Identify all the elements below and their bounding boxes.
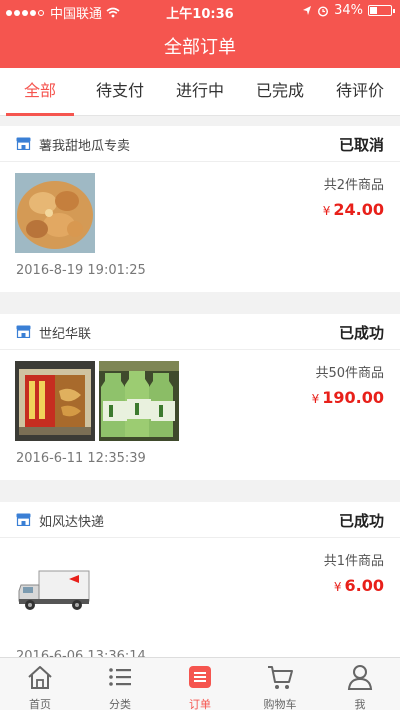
order-price: ¥24.00: [323, 200, 384, 219]
nav-label: 订单: [189, 698, 211, 710]
shop-name[interactable]: 世纪华联: [39, 323, 91, 342]
tab-in-progress[interactable]: 进行中: [160, 68, 240, 115]
item-count: 共2件商品: [323, 178, 384, 193]
product-image-noodles[interactable]: [15, 361, 95, 441]
product-image-sweet-potato[interactable]: [15, 173, 95, 253]
nav-home[interactable]: 首页: [0, 658, 80, 710]
shop-name[interactable]: 如风达快递: [39, 511, 104, 530]
status-bar: 中国联通 上午10:36 34%: [0, 0, 400, 22]
tab-completed[interactable]: 已完成: [240, 68, 320, 115]
price-value: 24.00: [333, 200, 384, 219]
nav-label: 首页: [29, 698, 51, 710]
order-card-header: 薯我甜地瓜专卖 已取消: [0, 126, 400, 162]
order-price: ¥190.00: [312, 388, 384, 407]
tab-to-review[interactable]: 待评价: [320, 68, 400, 115]
order-date: 2016-8-19 19:01:25: [16, 263, 146, 278]
shop-icon: [16, 513, 31, 526]
cart-icon: [268, 666, 293, 689]
item-count: 共1件商品: [323, 554, 384, 569]
currency-symbol: ¥: [322, 204, 331, 218]
shop-icon: [16, 325, 31, 338]
location-icon: [303, 6, 312, 15]
currency-symbol: ¥: [311, 392, 320, 406]
order-card[interactable]: 世纪华联 已成功 共50件商品 ¥ 190.00 2016-6-11 12:35…: [0, 314, 400, 480]
nav-label: 购物车: [263, 698, 297, 710]
order-card-header: 如风达快递 已成功: [0, 502, 400, 538]
tab-pending-payment[interactable]: 待支付: [80, 68, 160, 115]
order-card-header: 世纪华联 已成功: [0, 314, 400, 350]
nav-label: 我: [354, 698, 366, 710]
order-card[interactable]: 如风达快递 已成功 共1件商品 ¥6.00 2016-6-06 13:36:14: [0, 502, 400, 664]
order-status: 已成功: [338, 512, 384, 530]
order-status: 已取消: [338, 136, 384, 154]
currency-symbol: ¥: [333, 580, 342, 594]
list-icon: [109, 668, 131, 686]
product-image-green-tea[interactable]: [99, 361, 179, 441]
order-tabs: 全部 待支付 进行中 已完成 待评价: [0, 68, 400, 116]
nav-label: 分类: [109, 698, 131, 710]
top-bar: 中国联通 上午10:36 34% 全部订单: [0, 0, 400, 68]
nav-cart[interactable]: 购物车: [240, 658, 320, 710]
order-card[interactable]: 薯我甜地瓜专卖 已取消 共2件商品 ¥24.00 2016-8-19 19:01…: [0, 126, 400, 292]
product-image-delivery-truck[interactable]: [15, 549, 95, 629]
price-value: 6.00: [344, 576, 384, 595]
nav-me[interactable]: 我: [320, 658, 400, 710]
order-date: 2016-6-11 12:35:39: [16, 451, 146, 466]
shop-icon: [16, 137, 31, 150]
order-status: 已成功: [338, 324, 384, 342]
item-count: 共50件商品: [315, 366, 384, 381]
order-icon: [189, 666, 211, 688]
order-price: ¥6.00: [334, 576, 384, 595]
nav-category[interactable]: 分类: [80, 658, 160, 710]
nav-orders[interactable]: 订单: [160, 658, 240, 710]
page-title: 全部订单: [164, 37, 236, 58]
price-value: 190.00: [322, 388, 384, 407]
user-icon: [347, 665, 373, 690]
tab-all[interactable]: 全部: [0, 68, 80, 116]
alarm-icon: [318, 5, 329, 17]
home-icon: [28, 666, 52, 689]
bottom-nav: 首页 分类 订单 购物车 我: [0, 657, 400, 710]
battery-percent: 34%: [334, 3, 363, 18]
battery-icon: [368, 5, 395, 16]
shop-name[interactable]: 薯我甜地瓜专卖: [39, 135, 130, 154]
